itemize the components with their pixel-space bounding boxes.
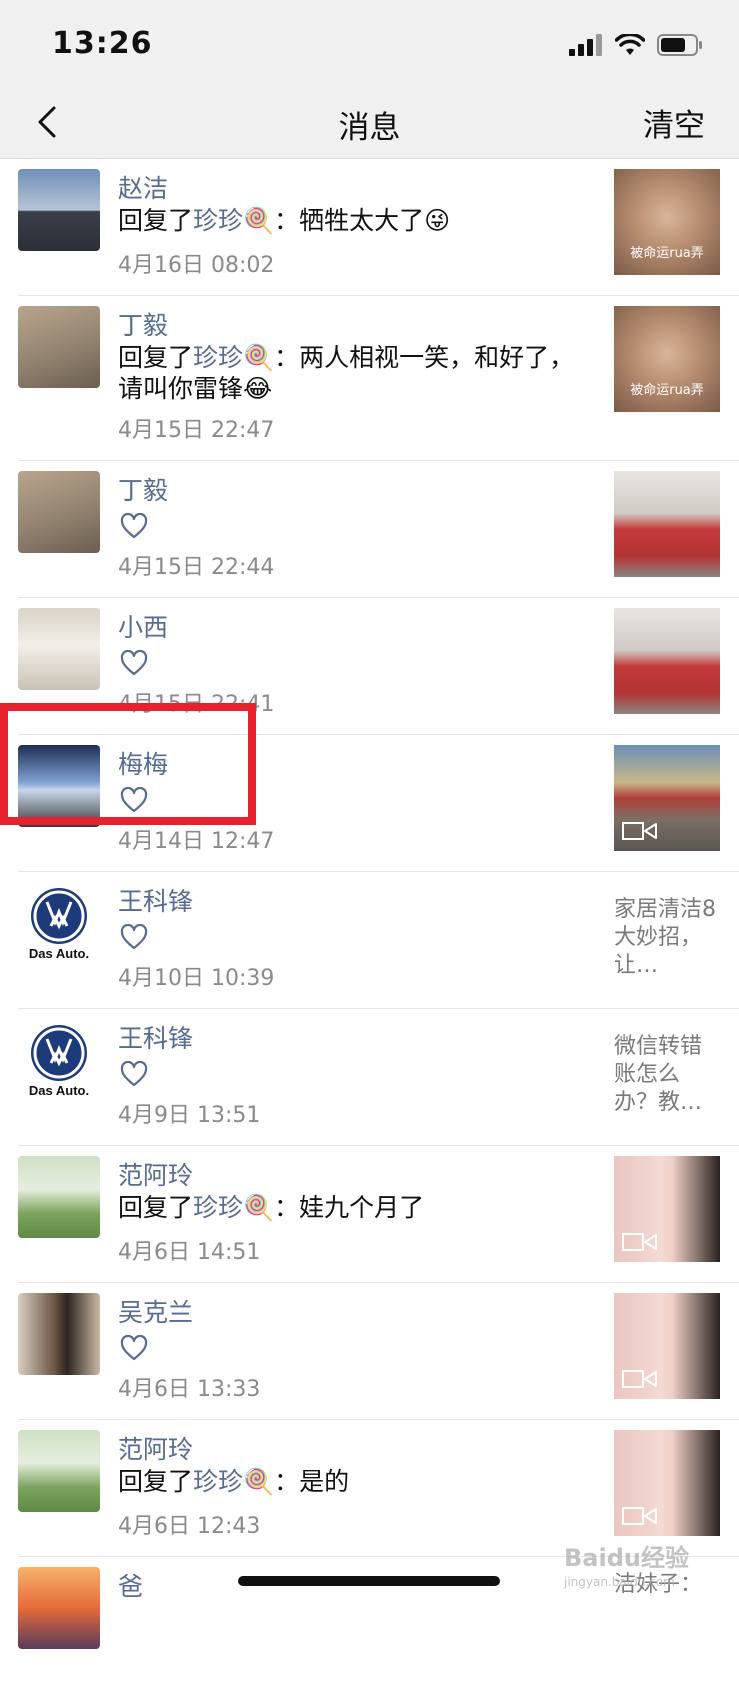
avatar[interactable]: Das Auto. (18, 882, 100, 964)
post-thumbnail[interactable]: 被命运rua弄 (614, 169, 720, 275)
message-time: 4月6日 14:51 (118, 1240, 261, 1265)
avatar[interactable] (18, 1156, 100, 1238)
message-item[interactable]: Das Auto. 王科锋 4月9日 13:51 微信转错账怎么办？教… (0, 1009, 739, 1146)
heart-icon (120, 1061, 148, 1087)
heart-icon (120, 787, 148, 813)
message-item[interactable]: 丁毅 回复了珍珍🍭：两人相视一笑，和好了，请叫你雷锋😂 4月15日 22:47 … (0, 296, 739, 461)
signal-icon (569, 34, 602, 56)
status-icons (569, 30, 703, 60)
heart-icon (120, 924, 148, 950)
message-item[interactable]: 吴克兰 4月6日 13:33 (0, 1283, 739, 1420)
mention[interactable]: 珍珍🍭 (193, 1467, 274, 1496)
avatar[interactable] (18, 306, 100, 388)
sender-name[interactable]: 范阿玲 (118, 1430, 193, 1466)
sender-name[interactable]: 梅梅 (118, 745, 168, 781)
sender-name[interactable]: 小西 (118, 608, 168, 644)
post-thumbnail[interactable] (614, 1293, 720, 1399)
video-icon (622, 1507, 657, 1525)
clear-button[interactable]: 清空 (643, 100, 705, 145)
post-thumbnail[interactable] (614, 471, 720, 577)
message-content: 回复了珍珍🍭：娃九个月了 (118, 1192, 588, 1223)
avatar[interactable] (18, 169, 100, 251)
message-time: 4月6日 13:33 (118, 1377, 261, 1402)
post-thumbnail[interactable]: 被命运rua弄 (614, 306, 720, 412)
video-icon (622, 1233, 657, 1251)
message-time: 4月15日 22:47 (118, 418, 275, 443)
message-item[interactable]: 赵洁 回复了珍珍🍭：牺牲太大了😜 4月16日 08:02 被命运rua弄 (0, 159, 739, 296)
avatar[interactable] (18, 1430, 100, 1512)
avatar-brand-text: Das Auto. (29, 946, 89, 961)
sender-name[interactable]: 范阿玲 (118, 1156, 193, 1192)
sender-name[interactable]: 丁毅 (118, 471, 168, 507)
wifi-icon (615, 34, 645, 55)
thumbnail-caption: 被命运rua弄 (630, 383, 704, 398)
message-time: 4月14日 12:47 (118, 829, 275, 854)
heart-icon (120, 513, 148, 539)
content-text: ：是的 (274, 1467, 350, 1496)
video-icon (622, 822, 657, 840)
message-item[interactable]: 梅梅 4月14日 12:47 (0, 735, 739, 872)
watermark: Baidu经验 jingyan.baidu.com (564, 1538, 689, 1589)
message-content: 回复了珍珍🍭：是的 (118, 1466, 588, 1497)
mention[interactable]: 珍珍🍭 (193, 206, 274, 235)
vw-logo-icon: Das Auto. (29, 1025, 89, 1098)
sender-name[interactable]: 王科锋 (118, 882, 193, 918)
heart-icon (120, 1335, 148, 1361)
battery-icon (657, 34, 702, 56)
message-content: 回复了珍珍🍭：牺牲太大了😜 (118, 205, 588, 236)
post-thumbnail[interactable] (614, 1430, 720, 1536)
message-content: 回复了珍珍🍭：两人相视一笑，和好了，请叫你雷锋😂 (118, 342, 588, 404)
heart-icon (120, 650, 148, 676)
content-text: ：牺牲太大了😜 (274, 206, 451, 235)
page-title: 消息 (338, 110, 401, 146)
message-item[interactable]: 丁毅 4月15日 22:44 (0, 461, 739, 598)
content-text: ：娃九个月了 (274, 1193, 425, 1222)
vw-logo-icon: Das Auto. (29, 888, 89, 961)
message-time: 4月10日 10:39 (118, 966, 275, 991)
message-item[interactable]: 小西 4月15日 22:41 (0, 598, 739, 735)
content-prefix: 回复了 (118, 206, 194, 235)
message-time: 4月15日 22:41 (118, 692, 275, 717)
avatar-brand-text: Das Auto. (29, 1083, 89, 1098)
home-indicator[interactable] (238, 1576, 500, 1586)
content-prefix: 回复了 (118, 1467, 194, 1496)
content-prefix: 回复了 (118, 343, 194, 372)
message-item[interactable]: Das Auto. 王科锋 4月10日 10:39 家居清洁8大妙招，让… (0, 872, 739, 1009)
avatar[interactable] (18, 1293, 100, 1375)
post-preview-text[interactable]: 微信转错账怎么办？教… (614, 1033, 720, 1117)
avatar[interactable]: Das Auto. (18, 1019, 100, 1101)
sender-name[interactable]: 丁毅 (118, 306, 168, 342)
post-thumbnail[interactable] (614, 1156, 720, 1262)
watermark-brand: Baidu经验 (564, 1544, 689, 1572)
sender-name[interactable]: 王科锋 (118, 1019, 193, 1055)
avatar[interactable] (18, 471, 100, 553)
post-preview-text[interactable]: 家居清洁8大妙招，让… (614, 896, 720, 980)
content-prefix: 回复了 (118, 1193, 194, 1222)
status-time: 13:26 (52, 26, 153, 61)
avatar[interactable] (18, 608, 100, 690)
thumbnail-caption: 被命运rua弄 (630, 246, 704, 261)
post-thumbnail[interactable] (614, 608, 720, 714)
message-time: 4月6日 12:43 (118, 1514, 261, 1539)
mention[interactable]: 珍珍🍭 (193, 1193, 274, 1222)
sender-name[interactable]: 赵洁 (118, 169, 168, 205)
post-thumbnail[interactable] (614, 745, 720, 851)
message-time: 4月15日 22:44 (118, 555, 275, 580)
sender-name[interactable]: 爸 (118, 1567, 143, 1603)
status-bar: 13:26 (0, 0, 739, 88)
message-item[interactable]: 范阿玲 回复了珍珍🍭：娃九个月了 4月6日 14:51 (0, 1146, 739, 1283)
watermark-url: jingyan.baidu.com (564, 1575, 675, 1589)
sender-name[interactable]: 吴克兰 (118, 1293, 193, 1329)
avatar[interactable] (18, 745, 100, 827)
message-time: 4月9日 13:51 (118, 1103, 261, 1128)
avatar[interactable] (18, 1567, 100, 1649)
video-icon (622, 1370, 657, 1388)
message-time: 4月16日 08:02 (118, 253, 275, 278)
nav-bar: 消息 清空 (0, 88, 739, 159)
message-item[interactable]: 范阿玲 回复了珍珍🍭：是的 4月6日 12:43 (0, 1420, 739, 1557)
mention[interactable]: 珍珍🍭 (193, 343, 274, 372)
